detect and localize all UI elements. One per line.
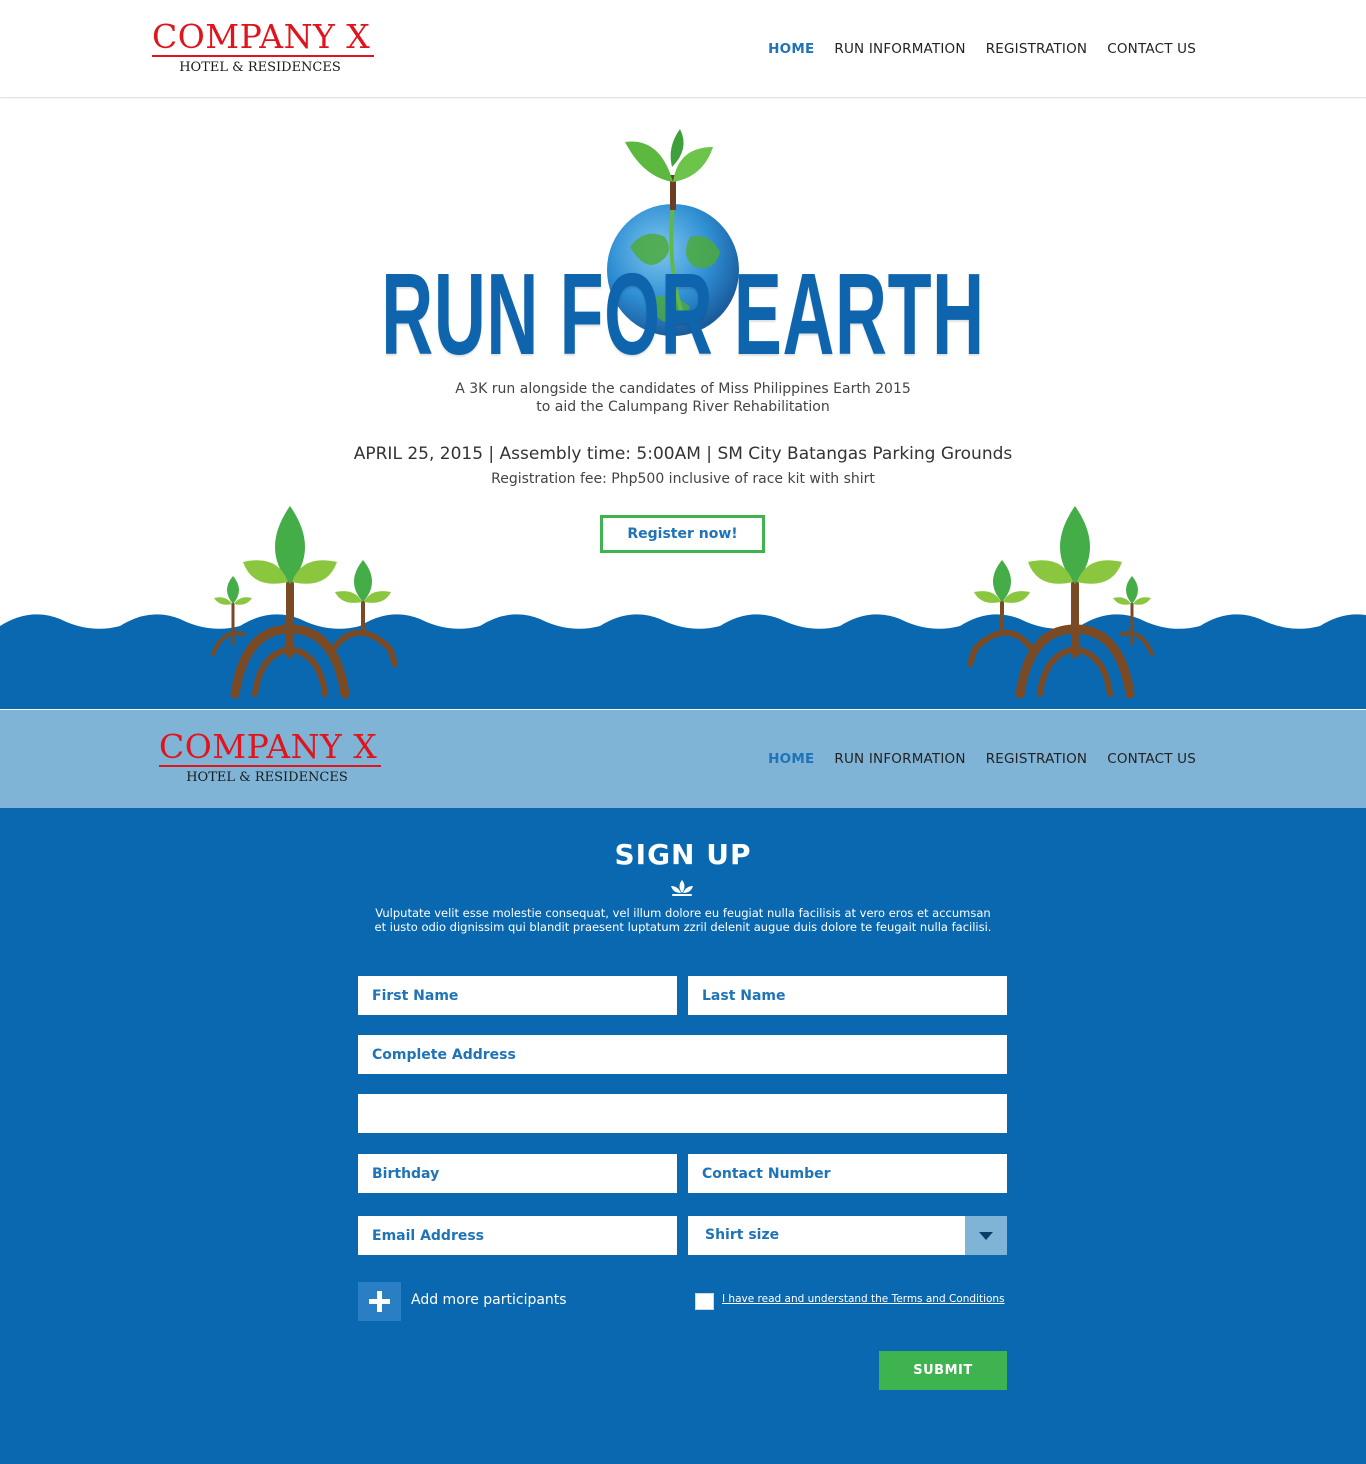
signup-description-line1: Vulputate velit esse molestie consequat,… — [375, 906, 991, 920]
hero-subtitle-line2: to aid the Calumpang River Rehabilitatio… — [536, 399, 830, 415]
sticky-nav: HOME RUN INFORMATION REGISTRATION CONTAC… — [768, 751, 1196, 767]
nav-contact-us[interactable]: CONTACT US — [1107, 41, 1196, 57]
logo-name: COMPANY X — [152, 17, 371, 56]
logo-underline — [159, 765, 381, 767]
add-participant-button[interactable] — [358, 1282, 401, 1321]
birthday-input[interactable] — [358, 1154, 677, 1193]
terms-checkbox[interactable] — [695, 1293, 714, 1310]
nav-home[interactable]: HOME — [768, 751, 814, 767]
lotus-icon — [671, 880, 693, 896]
signup-section: SIGN UP Vulputate velit esse molestie co… — [0, 808, 1366, 1464]
nav-registration[interactable]: REGISTRATION — [986, 751, 1088, 767]
contact-number-input[interactable] — [688, 1154, 1007, 1193]
signup-description: Vulputate velit esse molestie consequat,… — [0, 906, 1366, 934]
company-logo[interactable]: COMPANY X HOTEL & RESIDENCES — [152, 20, 374, 80]
address-input[interactable] — [358, 1035, 1007, 1074]
submit-button[interactable]: SUBMIT — [879, 1351, 1007, 1390]
logo-tagline: HOTEL & RESIDENCES — [179, 60, 341, 75]
signup-description-line2: et iusto odio dignissim qui blandit prae… — [374, 920, 992, 934]
registration-fee: Registration fee: Php500 inclusive of ra… — [491, 471, 875, 487]
email-input[interactable] — [358, 1216, 677, 1255]
nav-run-information[interactable]: RUN INFORMATION — [834, 751, 965, 767]
hero-title: RUN FOR EARTH — [381, 249, 985, 379]
shirt-size-value: Shirt size — [705, 1227, 780, 1243]
address-line2-input[interactable] — [358, 1094, 1007, 1133]
mangrove-tree-icon — [211, 506, 398, 699]
nav-contact-us[interactable]: CONTACT US — [1107, 751, 1196, 767]
nav-run-information[interactable]: RUN INFORMATION — [834, 41, 965, 57]
hero-section: RUN FOR EARTH A 3K run alongside the can… — [0, 99, 1366, 709]
logo-name: COMPANY X — [159, 727, 378, 766]
main-nav: HOME RUN INFORMATION REGISTRATION CONTAC… — [768, 41, 1196, 57]
logo-underline — [152, 55, 374, 57]
hero-subtitle-line1: A 3K run alongside the candidates of Mis… — [455, 381, 911, 397]
last-name-input[interactable] — [688, 976, 1007, 1015]
chevron-down-icon[interactable] — [965, 1216, 1007, 1255]
logo-tagline: HOTEL & RESIDENCES — [186, 770, 348, 785]
mangrove-tree-icon — [967, 506, 1154, 699]
signup-title: SIGN UP — [614, 838, 752, 871]
sticky-header: COMPANY X HOTEL & RESIDENCES HOME RUN IN… — [0, 710, 1366, 808]
plus-icon — [369, 1291, 390, 1312]
site-header: COMPANY X HOTEL & RESIDENCES HOME RUN IN… — [0, 0, 1366, 98]
register-now-button[interactable]: Register now! — [600, 515, 765, 553]
company-logo[interactable]: COMPANY X HOTEL & RESIDENCES — [159, 730, 381, 790]
nav-registration[interactable]: REGISTRATION — [986, 41, 1088, 57]
hero-subtitle: A 3K run alongside the candidates of Mis… — [0, 380, 1366, 416]
nav-home[interactable]: HOME — [768, 41, 814, 57]
terms-link[interactable]: I have read and understand the Terms and… — [722, 1293, 1005, 1305]
add-participants-label[interactable]: Add more participants — [411, 1292, 567, 1308]
event-details: APRIL 25, 2015 | Assembly time: 5:00AM |… — [353, 444, 1013, 464]
shirt-size-select[interactable]: Shirt size — [688, 1216, 1007, 1255]
first-name-input[interactable] — [358, 976, 677, 1015]
